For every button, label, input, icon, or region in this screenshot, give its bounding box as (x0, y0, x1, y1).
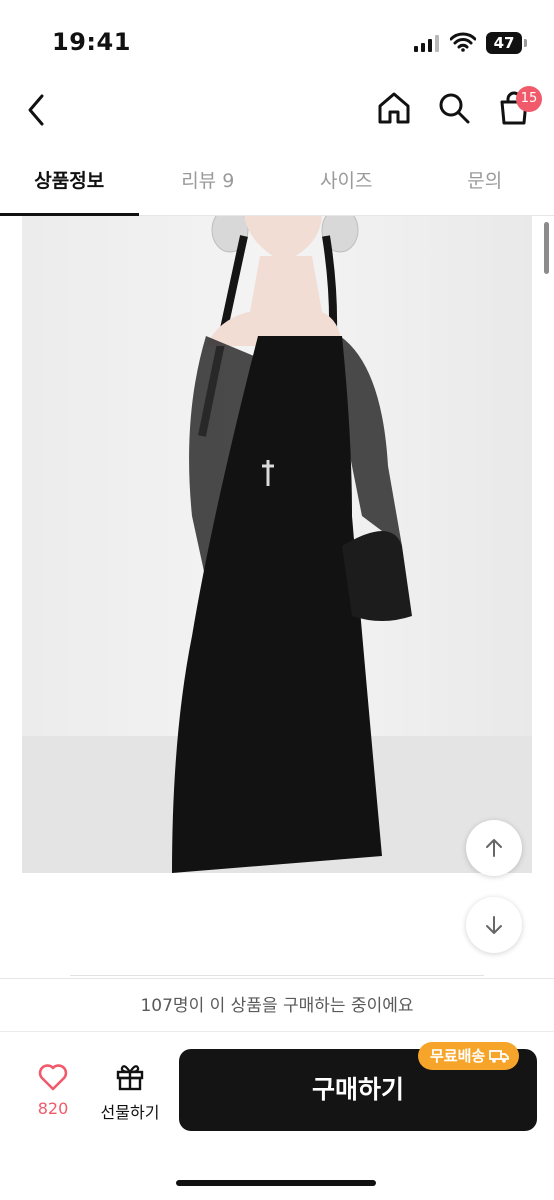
tab-size[interactable]: 사이즈 (277, 150, 416, 215)
like-count: 820 (37, 1099, 69, 1118)
free-shipping-badge: 무료배송 (418, 1042, 520, 1070)
search-icon (439, 93, 470, 124)
battery-indicator: 47 (486, 32, 527, 54)
top-navigation (0, 80, 554, 142)
home-indicator (176, 1180, 376, 1186)
heart-icon (38, 1064, 68, 1091)
purchase-notice: 107명이 이 상품을 구매하는 중이에요 (0, 978, 554, 1032)
cart-count-badge: 15 (516, 86, 542, 112)
back-button[interactable] (22, 90, 52, 130)
wifi-icon (450, 32, 476, 52)
gift-button[interactable]: 선물하기 (94, 1061, 166, 1127)
tab-product-info[interactable]: 상품정보 (0, 150, 139, 216)
free-shipping-label: 무료배송 (430, 1047, 486, 1065)
arrow-up-icon (486, 839, 502, 857)
product-photo (22, 216, 532, 873)
search-button[interactable] (434, 88, 474, 128)
tab-inquiry[interactable]: 문의 (416, 150, 554, 215)
scrollbar-thumb[interactable] (544, 222, 549, 274)
status-time: 19:41 (52, 28, 131, 56)
cellular-signal-icon (414, 34, 440, 52)
gift-label: 선물하기 (100, 1103, 160, 1122)
home-icon (378, 92, 410, 124)
scroll-to-top-button[interactable] (466, 820, 522, 876)
back-arrow-icon (28, 94, 44, 126)
gift-icon (116, 1065, 144, 1091)
home-button[interactable] (374, 88, 414, 128)
tab-reviews[interactable]: 리뷰 9 (139, 150, 278, 215)
status-bar: 19:41 47 (0, 0, 554, 80)
truck-icon (489, 1050, 510, 1063)
divider (70, 975, 484, 976)
product-tabs: 상품정보 리뷰 9 사이즈 문의 (0, 150, 554, 216)
product-photo-illustration (22, 216, 532, 873)
like-button[interactable]: 820 (24, 1063, 82, 1127)
arrow-down-icon (486, 916, 502, 934)
scroll-to-bottom-button[interactable] (466, 897, 522, 953)
